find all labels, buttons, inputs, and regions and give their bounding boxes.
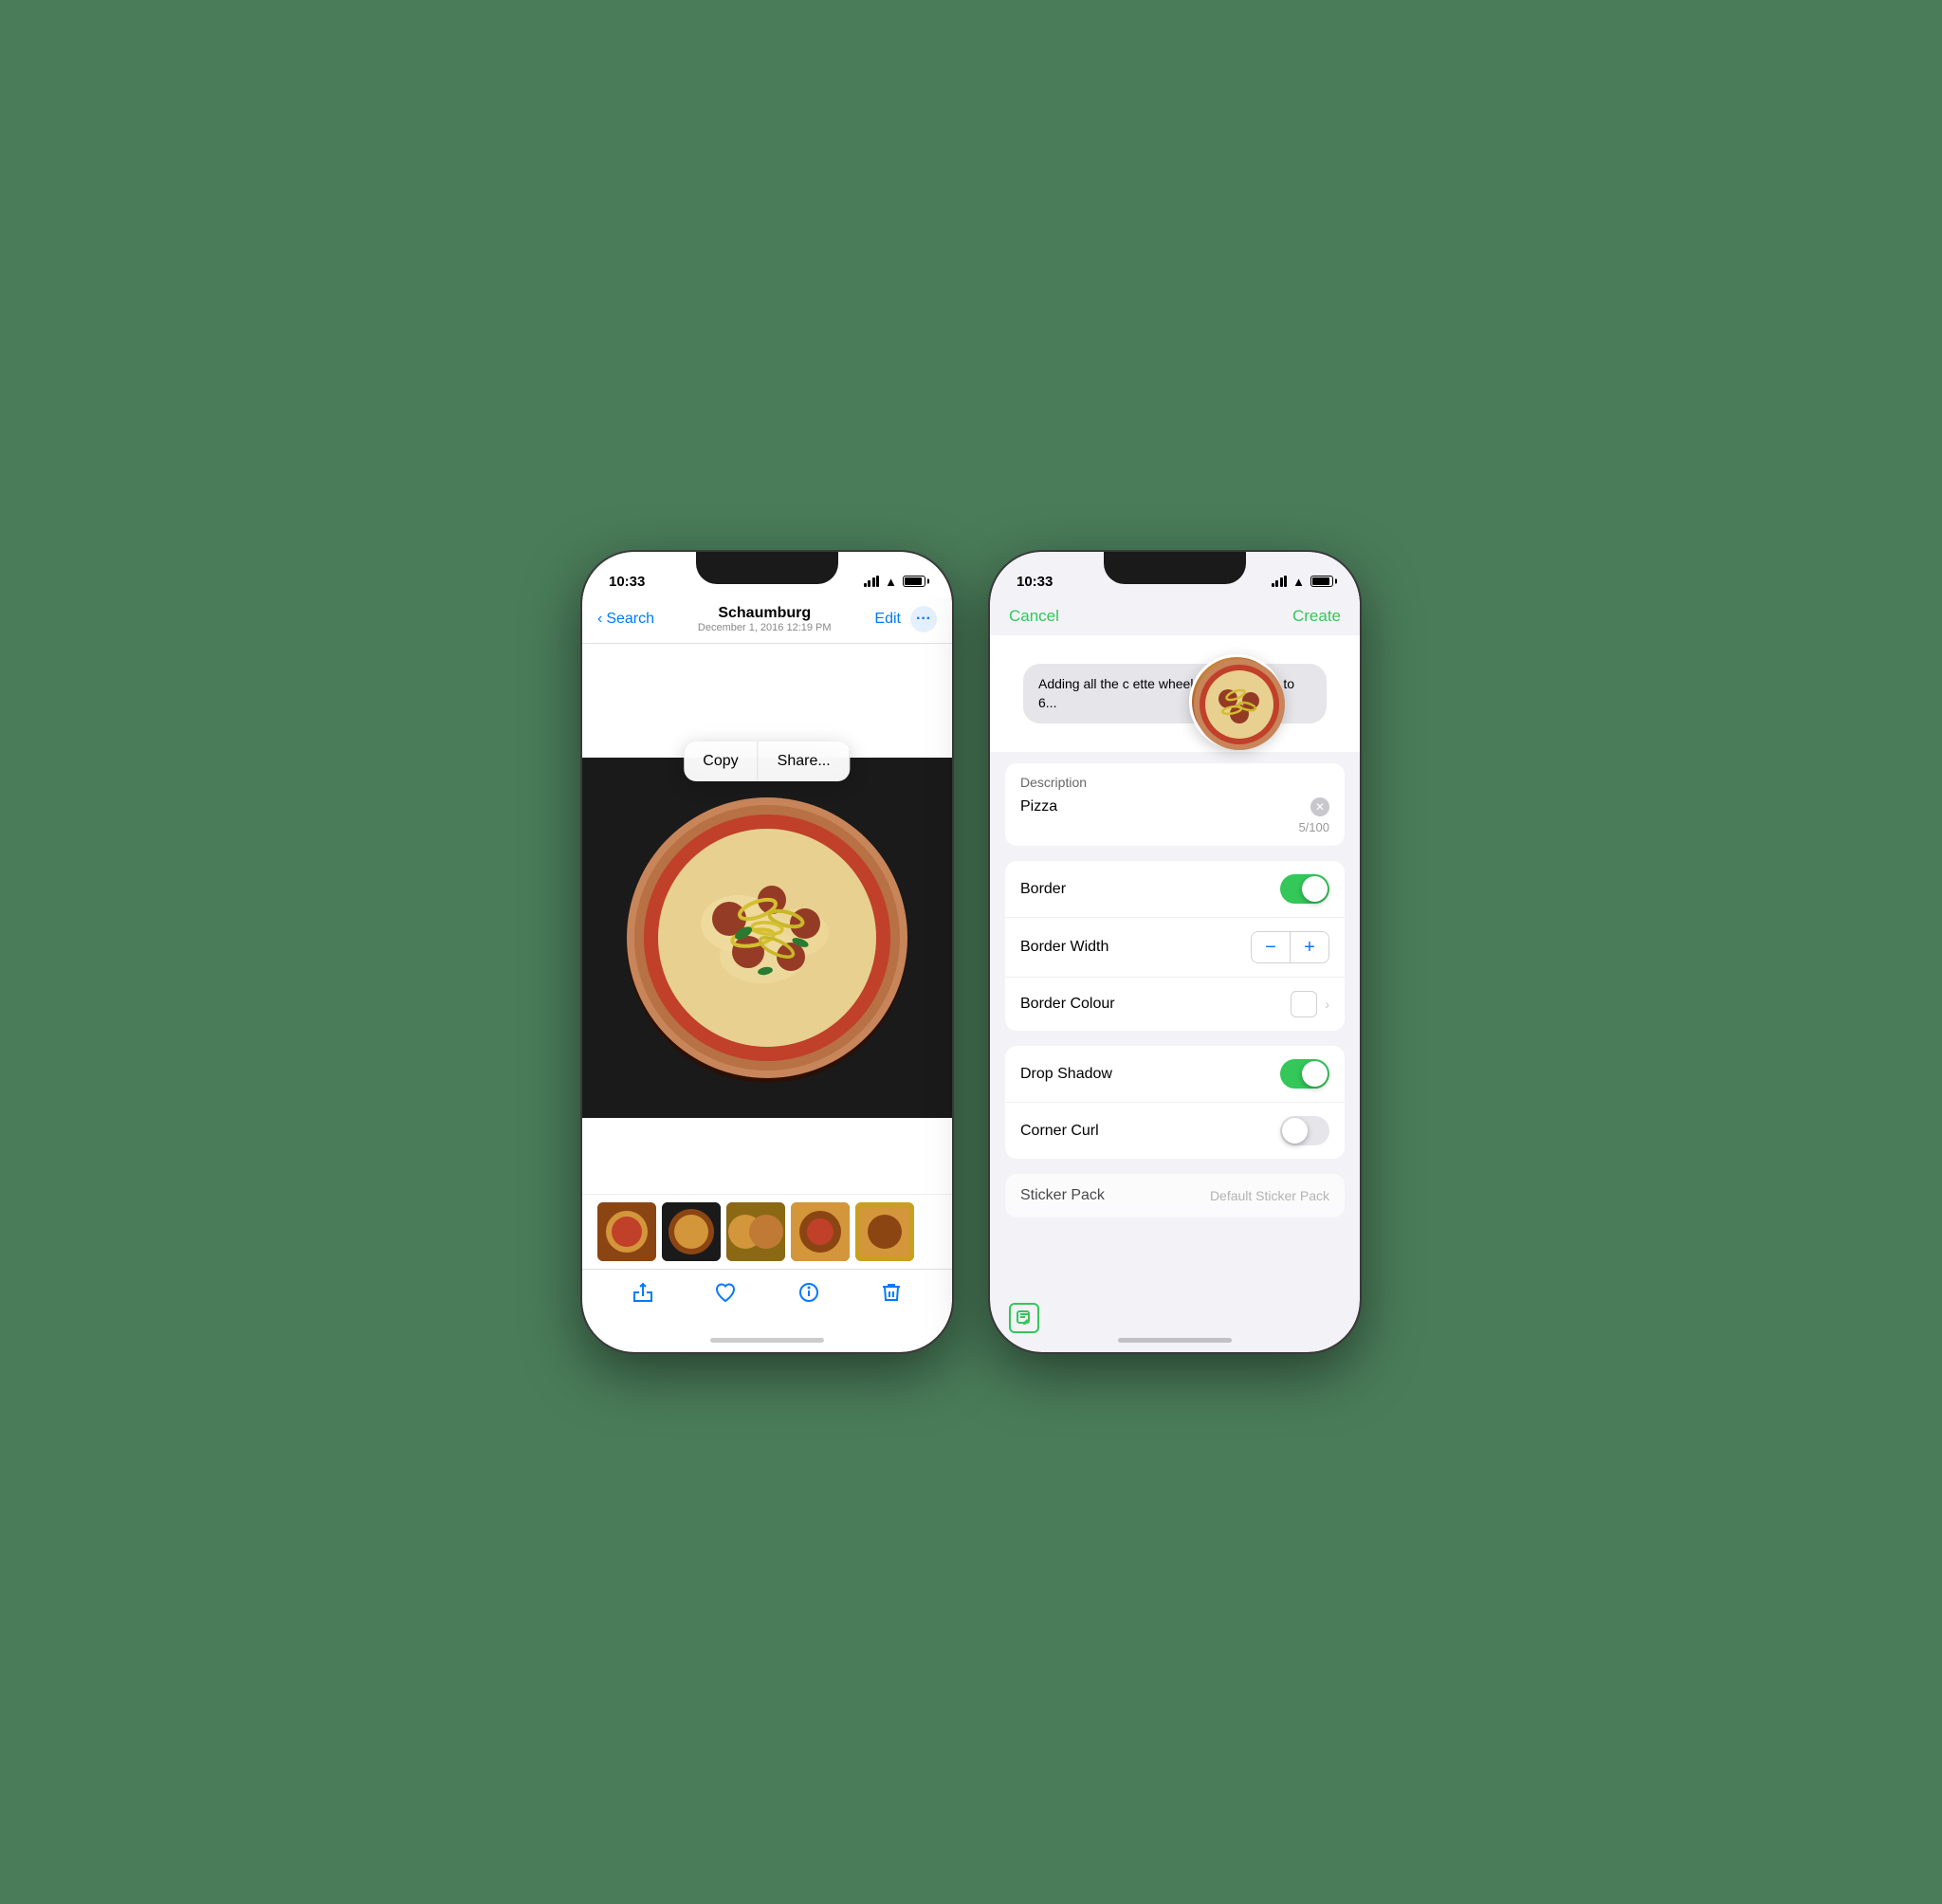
time-phone2: 10:33 <box>1017 574 1053 590</box>
sticker-pack-value: Default Sticker Pack <box>1210 1188 1329 1203</box>
thumbnail-5[interactable] <box>855 1202 914 1261</box>
copy-button[interactable]: Copy <box>684 741 758 781</box>
thumbnail-strip <box>582 1194 952 1269</box>
ellipsis-icon: ··· <box>916 611 931 628</box>
border-colour-row[interactable]: Border Colour › <box>1005 978 1345 1031</box>
description-section: Description ✕ 5/100 <box>1005 763 1345 846</box>
signal-icon-phone2 <box>1272 576 1288 587</box>
nav-actions: Edit ··· <box>874 606 937 632</box>
below-image-area <box>582 1118 952 1194</box>
border-row: Border <box>1005 861 1345 918</box>
stepper-minus[interactable]: − <box>1252 932 1290 962</box>
border-toggle[interactable] <box>1280 874 1329 904</box>
corner-curl-label: Corner Curl <box>1020 1123 1099 1140</box>
description-label: Description <box>1020 775 1329 790</box>
drop-shadow-toggle[interactable] <box>1280 1059 1329 1089</box>
toggle-knob-curl <box>1282 1118 1308 1144</box>
color-swatch[interactable] <box>1291 991 1317 1017</box>
sticker-nav: Cancel Create <box>990 597 1360 635</box>
nav-title: Schaumburg December 1, 2016 12:19 PM <box>698 605 832 633</box>
sticker-pack-row[interactable]: Sticker Pack Default Sticker Pack <box>1005 1174 1345 1217</box>
nav-bar-phone1: ‹ Search Schaumburg December 1, 2016 12:… <box>582 597 952 644</box>
chevron-left-icon: ‹ <box>597 611 602 628</box>
battery-icon-phone2 <box>1310 576 1333 587</box>
thumbnail-1[interactable] <box>597 1202 656 1261</box>
sticker-pack-label: Sticker Pack <box>1020 1187 1105 1204</box>
form-scroll-area: Description ✕ 5/100 Border Border Width <box>990 763 1360 1233</box>
edit-button[interactable]: Edit <box>874 611 901 628</box>
pizza-svg <box>615 786 919 1089</box>
border-width-label: Border Width <box>1020 939 1108 956</box>
back-button[interactable]: ‹ Search <box>597 611 654 628</box>
stepper-plus[interactable]: + <box>1291 932 1328 962</box>
drop-shadow-label: Drop Shadow <box>1020 1066 1112 1083</box>
description-input[interactable] <box>1020 798 1303 815</box>
create-button[interactable]: Create <box>1292 607 1341 626</box>
char-count: 5/100 <box>1020 820 1329 834</box>
share-button[interactable]: Share... <box>759 741 851 781</box>
bottom-toolbar-phone1 <box>582 1269 952 1334</box>
sticker-preview-area: Adding all the c ette wheel will equival… <box>990 635 1360 752</box>
status-icons-phone2: ▲ <box>1272 575 1333 589</box>
wifi-icon-phone2: ▲ <box>1292 575 1305 589</box>
photo-whitespace <box>582 644 952 758</box>
toggle-knob-border <box>1302 876 1328 902</box>
compose-area <box>1009 1303 1039 1333</box>
share-button-toolbar[interactable] <box>630 1279 656 1306</box>
desc-input-row: ✕ <box>1020 797 1329 816</box>
toggle-knob-shadow <box>1302 1061 1328 1087</box>
sticker-preview-pizza <box>1189 654 1284 749</box>
heart-button[interactable] <box>712 1279 739 1306</box>
nav-title-sub: December 1, 2016 12:19 PM <box>698 622 832 633</box>
chevron-right-icon: › <box>1325 997 1329 1012</box>
more-button[interactable]: ··· <box>910 606 937 632</box>
home-indicator-phone1 <box>710 1338 824 1343</box>
thumbnail-4[interactable] <box>791 1202 850 1261</box>
corner-curl-toggle[interactable] <box>1280 1116 1329 1145</box>
phone1-screen: 10:33 ▲ ‹ Search Schaumbur <box>582 552 952 1352</box>
signal-icon <box>864 576 880 587</box>
info-button[interactable] <box>796 1279 822 1306</box>
sticker-pack-section: Sticker Pack Default Sticker Pack <box>1005 1174 1345 1217</box>
drop-shadow-row: Drop Shadow <box>1005 1046 1345 1103</box>
border-width-stepper: − + <box>1251 931 1329 963</box>
effects-section: Drop Shadow Corner Curl <box>1005 1046 1345 1159</box>
cancel-button[interactable]: Cancel <box>1009 607 1059 626</box>
compose-button[interactable] <box>1009 1303 1039 1333</box>
border-label: Border <box>1020 881 1066 898</box>
pizza-container <box>582 758 952 1118</box>
notch <box>696 552 838 584</box>
phone-1: 10:33 ▲ ‹ Search Schaumbur <box>582 552 952 1352</box>
clear-button[interactable]: ✕ <box>1310 797 1329 816</box>
border-colour-label: Border Colour <box>1020 996 1115 1013</box>
home-indicator-phone2 <box>1118 1338 1232 1343</box>
context-menu: Copy Share... <box>684 741 850 781</box>
color-row-right: › <box>1291 991 1329 1017</box>
corner-curl-row: Corner Curl <box>1005 1103 1345 1159</box>
pizza-image <box>582 758 952 1118</box>
thumbnail-3[interactable] <box>726 1202 785 1261</box>
wifi-icon: ▲ <box>885 575 897 589</box>
thumbnail-2[interactable] <box>662 1202 721 1261</box>
time-phone1: 10:33 <box>609 574 645 590</box>
phone-2: 10:33 ▲ Cancel Create Adding <box>990 552 1360 1352</box>
nav-title-main: Schaumburg <box>698 605 832 622</box>
border-width-row: Border Width − + <box>1005 918 1345 978</box>
border-section: Border Border Width − + Border Colour <box>1005 861 1345 1031</box>
trash-button[interactable] <box>878 1279 905 1306</box>
notch-phone2 <box>1104 552 1246 584</box>
back-label: Search <box>606 611 654 628</box>
status-icons-phone1: ▲ <box>864 575 925 589</box>
battery-icon <box>903 576 925 587</box>
phone2-screen: 10:33 ▲ Cancel Create Adding <box>990 552 1360 1352</box>
